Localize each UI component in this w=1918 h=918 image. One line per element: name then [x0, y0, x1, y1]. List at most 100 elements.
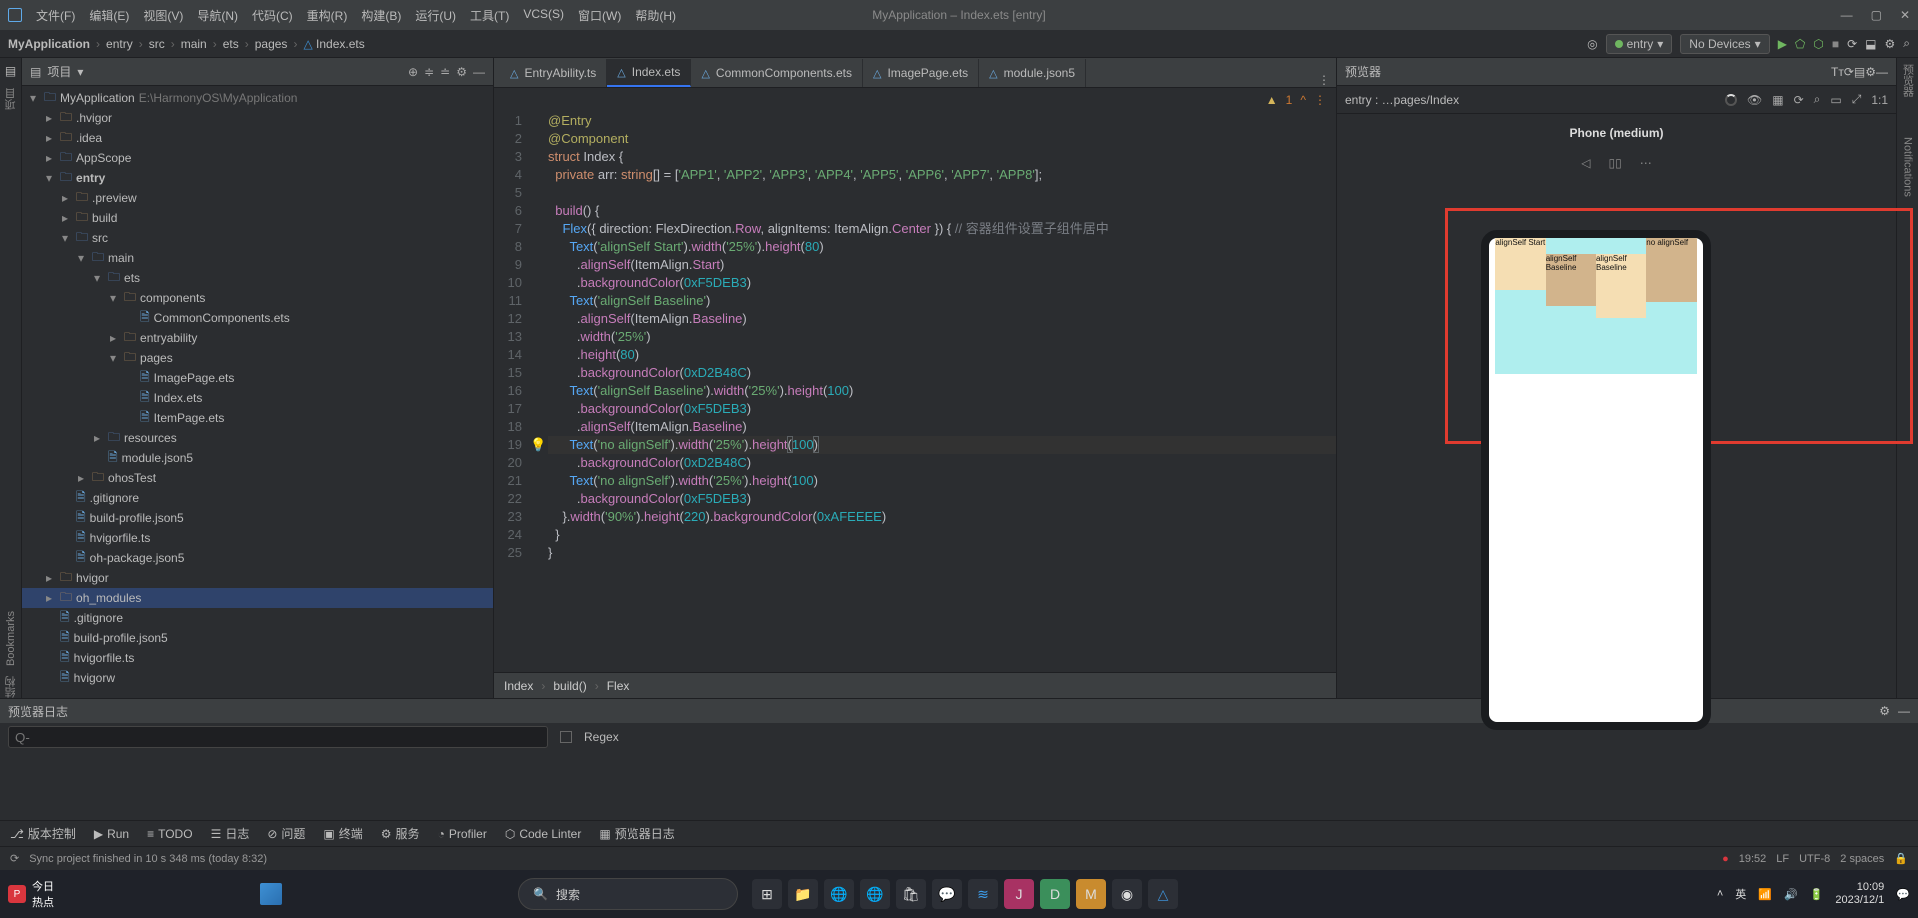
- editor-crumb[interactable]: Index: [504, 679, 533, 693]
- bookmarks-tool-label[interactable]: Bookmarks: [5, 611, 17, 666]
- sync-icon[interactable]: ⟳: [1847, 37, 1857, 51]
- tree-row[interactable]: 🗎 hvigorfile.ts: [22, 648, 493, 668]
- bottom-tool[interactable]: ▶Run: [94, 827, 129, 841]
- tree-row[interactable]: ▸🗀 .preview: [22, 188, 493, 208]
- tree-row[interactable]: ▸🗀 resources: [22, 428, 493, 448]
- tray-ime-icon[interactable]: 英: [1735, 886, 1746, 902]
- menu-item[interactable]: 导航(N): [197, 7, 238, 24]
- panel-settings-icon[interactable]: ⚙: [456, 65, 467, 79]
- tree-row[interactable]: 🗎 .gitignore: [22, 488, 493, 508]
- menu-item[interactable]: 运行(U): [415, 7, 456, 24]
- tray-battery-icon[interactable]: 🔋: [1810, 888, 1824, 901]
- menu-item[interactable]: 编辑(E): [89, 7, 129, 24]
- project-tool-icon[interactable]: ▤: [5, 64, 16, 78]
- breadcrumb-part[interactable]: △ Index.ets: [303, 37, 364, 51]
- tray-volume-icon[interactable]: 🔊: [1784, 888, 1798, 901]
- preview-gear-icon[interactable]: ⚙: [1865, 65, 1876, 79]
- app-ide2-icon[interactable]: D: [1040, 879, 1070, 909]
- tree-row[interactable]: 🗎 build-profile.json5: [22, 628, 493, 648]
- bottom-tool[interactable]: ≡TODO: [147, 827, 192, 841]
- menu-item[interactable]: 文件(F): [36, 7, 75, 24]
- status-lock-icon[interactable]: 🔒: [1894, 852, 1908, 865]
- tree-row[interactable]: ▸🗀 .hvigor: [22, 108, 493, 128]
- build-icon[interactable]: ⬓: [1865, 37, 1876, 51]
- regex-checkbox[interactable]: [560, 731, 572, 743]
- tray-clock[interactable]: 10:09 2023/12/1: [1835, 881, 1884, 907]
- preview-tool-label[interactable]: 预览器: [1900, 64, 1916, 97]
- app-vscode-icon[interactable]: ≋: [968, 879, 998, 909]
- app-edge2-icon[interactable]: 🌐: [860, 879, 890, 909]
- grid-icon[interactable]: ▦: [1772, 93, 1783, 107]
- minimize-icon[interactable]: —: [1841, 8, 1853, 22]
- run-config-dropdown[interactable]: entry▾: [1606, 34, 1673, 54]
- app-taskview-icon[interactable]: ⊞: [752, 879, 782, 909]
- expand-icon[interactable]: ⤢: [1852, 92, 1862, 107]
- preview-hide-icon[interactable]: —: [1876, 65, 1888, 79]
- tree-row[interactable]: ▸🗀 .idea: [22, 128, 493, 148]
- tree-row[interactable]: 🗎 ImagePage.ets: [22, 368, 493, 388]
- close-icon[interactable]: ✕: [1900, 8, 1910, 22]
- coverage-icon[interactable]: ⬡: [1813, 37, 1823, 51]
- zoom-icon[interactable]: ⌕: [1814, 92, 1821, 107]
- editor-tab[interactable]: △CommonComponents.ets: [691, 59, 863, 87]
- tree-row[interactable]: ▾🗀 components: [22, 288, 493, 308]
- status-line-sep[interactable]: LF: [1776, 853, 1789, 865]
- app-wechat-icon[interactable]: 💬: [932, 879, 962, 909]
- tree-row[interactable]: 🗎 ItemPage.ets: [22, 408, 493, 428]
- editor-crumb[interactable]: build(): [553, 679, 586, 693]
- device-more-icon[interactable]: ⋯: [1640, 156, 1652, 170]
- editor-tab[interactable]: △EntryAbility.ts: [500, 59, 607, 87]
- bottom-tool[interactable]: ⚙服务: [381, 825, 420, 842]
- menu-item[interactable]: 视图(V): [143, 7, 183, 24]
- app-chrome-icon[interactable]: ◉: [1112, 879, 1142, 909]
- editor-breadcrumbs[interactable]: Index›build()›Flex: [494, 672, 1336, 698]
- app-ide1-icon[interactable]: J: [1004, 879, 1034, 909]
- editor-tab[interactable]: △Index.ets: [607, 59, 691, 87]
- hide-panel-icon[interactable]: —: [473, 65, 485, 79]
- menu-item[interactable]: 帮助(H): [635, 7, 676, 24]
- taskbar-search[interactable]: 🔍搜索: [518, 878, 738, 910]
- rotate-icon[interactable]: ⟳: [1794, 93, 1804, 107]
- menu-item[interactable]: 工具(T): [470, 7, 509, 24]
- select-opened-icon[interactable]: ⊕: [408, 65, 418, 79]
- taskbar-badge-icon[interactable]: P: [8, 885, 26, 903]
- project-tree[interactable]: ▾🗀 MyApplication E:\HarmonyOS\MyApplicat…: [22, 86, 493, 698]
- bottom-tool[interactable]: ☰日志: [211, 825, 250, 842]
- bottom-tool[interactable]: ▦预览器日志: [599, 825, 674, 842]
- tree-row[interactable]: ▸🗀 hvigor: [22, 568, 493, 588]
- tree-row[interactable]: ▾🗀 pages: [22, 348, 493, 368]
- tree-row[interactable]: ▸🗀 oh_modules: [22, 588, 493, 608]
- stop-icon[interactable]: ■: [1832, 37, 1839, 51]
- breadcrumb-part[interactable]: src: [149, 37, 165, 51]
- notifications-tool-label[interactable]: Notifications: [1902, 137, 1914, 197]
- bottom-tool[interactable]: ⊘问题: [267, 825, 305, 842]
- menu-item[interactable]: 代码(C): [252, 7, 293, 24]
- editor-tab[interactable]: △ImagePage.ets: [863, 59, 979, 87]
- device-back-icon[interactable]: ◁: [1581, 156, 1590, 170]
- menu-item[interactable]: 重构(R): [307, 7, 348, 24]
- tree-row[interactable]: ▸🗀 AppScope: [22, 148, 493, 168]
- log-settings-icon[interactable]: ⚙: [1879, 704, 1890, 718]
- warning-triangle-icon[interactable]: ▲: [1266, 93, 1278, 107]
- expand-all-icon[interactable]: ≑: [424, 65, 434, 79]
- editor-crumb[interactable]: Flex: [607, 679, 630, 693]
- main-menu[interactable]: 文件(F)编辑(E)视图(V)导航(N)代码(C)重构(R)构建(B)运行(U)…: [36, 7, 676, 24]
- preview-tt-icon[interactable]: Tт: [1831, 65, 1844, 79]
- tray-wifi-icon[interactable]: 📶: [1758, 888, 1772, 901]
- breadcrumb-part[interactable]: entry: [106, 37, 133, 51]
- tree-row[interactable]: 🗎 .gitignore: [22, 608, 493, 628]
- tree-row[interactable]: 🗎 Index.ets: [22, 388, 493, 408]
- menu-item[interactable]: VCS(S): [523, 7, 564, 24]
- tree-row[interactable]: 🗎 CommonComponents.ets: [22, 308, 493, 328]
- status-indent[interactable]: 2 spaces: [1840, 853, 1884, 865]
- tree-row[interactable]: ▾🗀 MyApplication E:\HarmonyOS\MyApplicat…: [22, 88, 493, 108]
- collapse-all-icon[interactable]: ≐: [440, 65, 450, 79]
- editor-tab[interactable]: △module.json5: [979, 59, 1086, 87]
- preview-refresh-icon[interactable]: ⟳: [1844, 65, 1854, 79]
- tree-row[interactable]: ▸🗀 entryability: [22, 328, 493, 348]
- taskbar-news-top[interactable]: 今日: [32, 878, 54, 894]
- tree-row[interactable]: ▾🗀 entry: [22, 168, 493, 188]
- log-search-input[interactable]: [8, 726, 548, 748]
- tree-row[interactable]: ▸🗀 ohosTest: [22, 468, 493, 488]
- menu-item[interactable]: 窗口(W): [578, 7, 621, 24]
